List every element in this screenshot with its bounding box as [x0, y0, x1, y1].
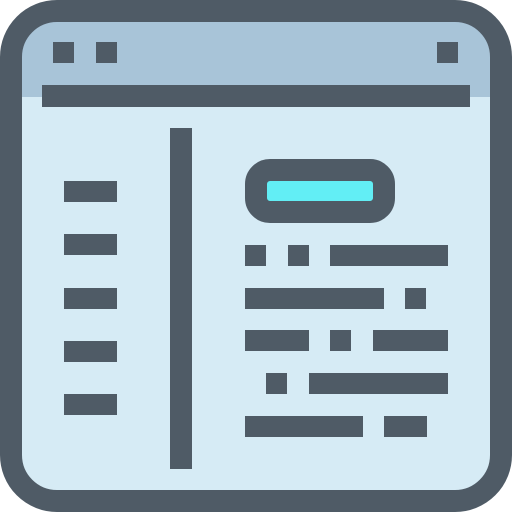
header-button: [245, 159, 395, 223]
window-control-dot-1: [53, 42, 74, 63]
content-dot-1: [245, 245, 266, 266]
title-bar-background: [11, 11, 501, 97]
content-line-4: [373, 330, 448, 351]
content-line-7: [384, 416, 427, 437]
sidebar-line-5: [64, 394, 117, 415]
content-line-6: [245, 416, 363, 437]
window-control-dot-3: [437, 42, 458, 63]
content-line-1: [330, 245, 448, 266]
sidebar-line-3: [64, 288, 117, 309]
window-control-dot-2: [96, 42, 117, 63]
content-line-3: [245, 330, 309, 351]
content-dot-4: [330, 330, 351, 351]
icon-stage: [0, 0, 512, 512]
sidebar-line-2: [64, 234, 117, 255]
content-dot-2: [288, 245, 309, 266]
browser-window-document-icon: [0, 0, 512, 512]
content-line-5: [309, 373, 448, 394]
content-dot-3: [405, 288, 426, 309]
sidebar-divider: [170, 128, 192, 469]
title-bar-divider: [42, 85, 470, 107]
content-dot-5: [266, 373, 287, 394]
sidebar-line-4: [64, 341, 117, 362]
sidebar-line-1: [64, 181, 117, 202]
content-line-2: [245, 288, 384, 309]
